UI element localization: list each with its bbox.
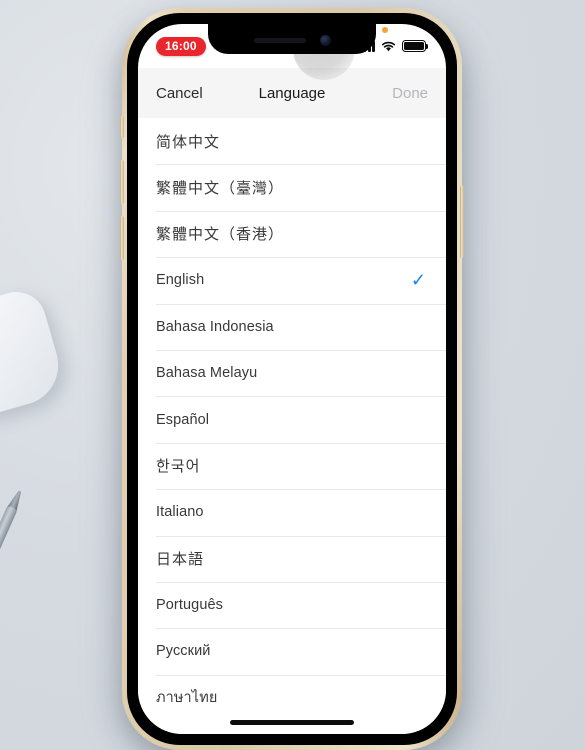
language-label: Русский — [156, 643, 211, 660]
language-row[interactable]: English ✓ — [138, 257, 446, 303]
done-button[interactable]: Done — [392, 85, 428, 102]
display-notch — [208, 24, 376, 54]
language-list[interactable]: 简体中文繁體中文（臺灣） 繁體中文（香港） English ✓ Bahasa Indon… — [138, 118, 446, 734]
phone-bezel: 16:00 Cancel Language Done 简体中文 繁體中文（臺灣）… — [127, 13, 457, 745]
language-row[interactable]: 繁體中文（臺灣） — [138, 164, 446, 210]
speaker-grille-icon — [253, 37, 306, 43]
language-label: Italiano — [156, 504, 204, 521]
pen-barrel — [0, 505, 18, 605]
wifi-icon — [381, 41, 396, 52]
language-row[interactable]: 繁體中文（香港） — [138, 210, 446, 257]
language-row[interactable]: Bahasa Indonesia — [138, 303, 446, 350]
language-row[interactable]: 日本語 — [138, 535, 446, 582]
status-time-recording-pill: 16:00 — [156, 36, 206, 56]
language-label: 繁體中文（臺灣） — [156, 180, 285, 198]
scene: 16:00 Cancel Language Done 简体中文 繁體中文（臺灣）… — [0, 0, 585, 750]
cancel-button[interactable]: Cancel — [156, 85, 203, 102]
power-button[interactable] — [460, 186, 464, 258]
desk-pen — [0, 487, 30, 605]
language-label: 日本語 — [156, 551, 205, 569]
page-title: Language — [258, 84, 326, 102]
language-row[interactable]: Português — [138, 581, 446, 628]
language-label: ภาษาไทย — [156, 690, 218, 707]
language-label: Português — [156, 597, 223, 614]
language-label: 繁體中文（香港） — [156, 226, 285, 244]
language-row[interactable]: ภาษาไทย — [138, 674, 446, 721]
language-row[interactable]: 한국어 — [138, 442, 446, 489]
language-row[interactable]: Bahasa Melayu — [138, 349, 446, 396]
privacy-indicator-dot — [382, 27, 388, 33]
language-row[interactable]: 简体中文 — [138, 118, 446, 164]
silent-switch[interactable] — [120, 116, 124, 138]
front-camera-icon — [319, 34, 331, 46]
desk-white-case — [0, 284, 68, 420]
language-row[interactable]: Italiano — [138, 489, 446, 535]
navigation-bar: Cancel Language Done — [138, 68, 446, 118]
language-label: 한국어 — [156, 458, 201, 476]
home-indicator-bar[interactable] — [230, 720, 354, 725]
language-row[interactable]: Русский — [138, 628, 446, 674]
selected-checkmark-icon: ✓ — [410, 270, 426, 291]
language-label: English — [156, 272, 205, 289]
volume-up-button[interactable] — [120, 160, 124, 204]
language-label: Español — [156, 411, 210, 428]
language-label: Bahasa Melayu — [156, 365, 258, 382]
volume-down-button[interactable] — [120, 216, 124, 260]
battery-full-icon — [402, 40, 429, 52]
phone-device: 16:00 Cancel Language Done 简体中文 繁體中文（臺灣）… — [120, 8, 464, 750]
phone-screen: 16:00 Cancel Language Done 简体中文 繁體中文（臺灣）… — [138, 24, 446, 734]
language-label: Bahasa Indonesia — [156, 318, 274, 335]
language-label: 简体中文 — [156, 133, 221, 151]
language-row[interactable]: Español — [138, 396, 446, 442]
